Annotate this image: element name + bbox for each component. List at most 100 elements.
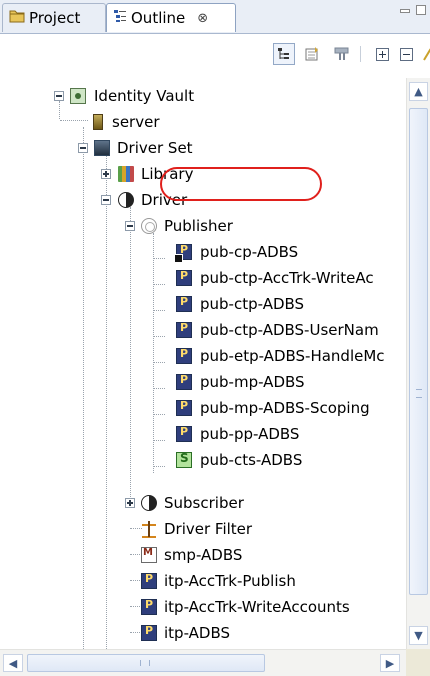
- mapping-table-icon: [141, 547, 157, 563]
- tree-node-driver[interactable]: Driver: [0, 187, 400, 213]
- tree-node-label: Driver Set: [117, 139, 193, 157]
- policy-icon: [141, 624, 157, 641]
- vertical-scroll-thumb[interactable]: [409, 108, 428, 595]
- tree-node-policy[interactable]: pub-etp-ADBS-HandleMc: [0, 343, 406, 369]
- chevron-right-icon: ▶: [385, 656, 395, 670]
- expand-toggle-icon[interactable]: [101, 169, 111, 179]
- chevron-left-icon: ◀: [8, 656, 18, 670]
- view-tab-strip: Project Outline ⊗: [0, 0, 430, 34]
- tree-node-publisher[interactable]: Publisher: [0, 213, 400, 239]
- tree-node-label: server: [112, 113, 160, 131]
- chevron-down-icon: ▼: [414, 629, 423, 642]
- tree-node-label: pub-pp-ADBS: [200, 425, 300, 443]
- driver-filter-icon: [141, 521, 157, 538]
- tree-node-policy[interactable]: itp-AccTrk-WriteAccounts: [0, 594, 400, 620]
- horizontal-scroll-thumb[interactable]: [27, 654, 265, 672]
- collapse-toggle-icon[interactable]: [101, 195, 111, 205]
- outline-view: { "tabs": { "project": { "label": "Proje…: [0, 0, 430, 676]
- tree-node-label: pub-mp-ADBS-Scoping: [200, 399, 370, 417]
- tree-node-label: pub-mp-ADBS: [200, 373, 305, 391]
- outline-toolbar: [0, 34, 430, 76]
- tree-node-policy[interactable]: pub-pp-ADBS: [0, 421, 406, 447]
- tree-node-policy[interactable]: pub-mp-ADBS: [0, 369, 406, 395]
- policy-icon: [141, 572, 157, 589]
- tree-node-label: Subscriber: [164, 494, 244, 512]
- subscriber-icon: [141, 495, 157, 511]
- tab-project-label: Project: [29, 9, 81, 27]
- hierarchy-view-button[interactable]: [273, 43, 295, 65]
- tree-node-label: pub-ctp-AccTrk-WriteAc: [200, 269, 374, 287]
- driver-set-icon: [94, 140, 110, 156]
- vertical-scrollbar[interactable]: ▲ ▼: [406, 78, 430, 649]
- toolbar-separator: [360, 46, 361, 62]
- expand-all-button[interactable]: [371, 43, 393, 65]
- scroll-right-button[interactable]: ▶: [380, 654, 400, 672]
- expand-all-icon: [375, 47, 389, 61]
- tree-node-label: pub-cp-ADBS: [200, 243, 299, 261]
- hierarchy-icon: [278, 48, 289, 59]
- tree-node-driver-set[interactable]: Driver Set: [0, 135, 400, 161]
- hide-static-icon: [334, 47, 349, 60]
- close-icon[interactable]: ⊗: [197, 11, 208, 26]
- tree-node-label: pub-ctp-ADBS-UserNam: [200, 321, 379, 339]
- policy-icon: [176, 425, 192, 442]
- hide-fields-icon: [305, 47, 318, 61]
- tree-node-identity-vault[interactable]: Identity Vault: [0, 83, 400, 109]
- scroll-up-button[interactable]: ▲: [409, 82, 428, 101]
- link-with-editor-icon: [423, 48, 430, 61]
- tree-node-policy[interactable]: pub-cp-ADBS: [0, 239, 406, 265]
- tree-node-policy[interactable]: pub-ctp-ADBS: [0, 291, 406, 317]
- outline-tree: Identity Vault server Driver Set Library…: [0, 78, 406, 649]
- collapse-toggle-icon[interactable]: [54, 91, 64, 101]
- maximize-icon[interactable]: [416, 5, 426, 15]
- tree-node-label: pub-etp-ADBS-HandleMc: [200, 347, 385, 365]
- tree-node-label: Publisher: [164, 217, 233, 235]
- grip-icon: [416, 389, 422, 398]
- scroll-left-button[interactable]: ◀: [3, 654, 23, 672]
- tree-node-label: itp-AccTrk-Publish: [164, 572, 296, 590]
- tree-node-driver-filter[interactable]: Driver Filter: [0, 516, 400, 542]
- policy-icon: [176, 269, 192, 286]
- tree-node-label: Driver Filter: [164, 520, 253, 538]
- tree-node-policy[interactable]: pub-ctp-AccTrk-WriteAc: [0, 265, 406, 291]
- tree-node-label: pub-ctp-ADBS: [200, 295, 305, 313]
- policy-icon: [176, 321, 192, 338]
- minimize-icon[interactable]: [400, 9, 410, 13]
- tree-node-mapping-table[interactable]: smp-ADBS: [0, 542, 400, 568]
- link-with-editor-button[interactable]: [418, 43, 430, 65]
- view-controls: [400, 5, 426, 15]
- collapse-all-button[interactable]: [395, 43, 417, 65]
- tree-node-policy[interactable]: pub-ctp-ADBS-UserNam: [0, 317, 406, 343]
- tree-node-library[interactable]: Library: [0, 161, 400, 187]
- identity-vault-icon: [70, 88, 86, 104]
- tree-node-policy[interactable]: itp-AccTrk-Publish: [0, 568, 400, 594]
- project-folder-icon: [9, 9, 25, 27]
- tab-outline[interactable]: Outline ⊗: [106, 3, 236, 32]
- horizontal-scrollbar[interactable]: ◀ ▶: [0, 649, 406, 676]
- driver-icon: [118, 192, 134, 208]
- tree-node-subscriber[interactable]: Subscriber: [0, 490, 400, 516]
- hide-static-button[interactable]: [331, 43, 353, 65]
- collapse-all-icon: [399, 47, 413, 61]
- tree-node-policy[interactable]: itp-ADBS: [0, 620, 400, 646]
- tree-node-server[interactable]: server: [0, 109, 400, 135]
- tree-node-label: itp-ADBS: [164, 624, 231, 642]
- policy-icon: [176, 399, 192, 416]
- tree-node-label: Identity Vault: [94, 87, 195, 105]
- collapse-toggle-icon[interactable]: [78, 143, 88, 153]
- hide-fields-button[interactable]: [302, 43, 324, 65]
- expand-toggle-icon[interactable]: [125, 498, 135, 508]
- tree-node-schema-mapping[interactable]: pub-cts-ADBS: [0, 447, 406, 473]
- policy-icon: [174, 243, 192, 263]
- outline-icon: [113, 9, 127, 27]
- tree-node-policy[interactable]: pub-mp-ADBS-Scoping: [0, 395, 406, 421]
- tree-node-label: Library: [141, 165, 194, 183]
- library-icon: [118, 166, 134, 182]
- tab-project[interactable]: Project: [2, 3, 106, 32]
- publisher-icon: [141, 218, 157, 234]
- scroll-down-button[interactable]: ▼: [409, 626, 428, 645]
- server-icon: [93, 114, 103, 130]
- collapse-toggle-icon[interactable]: [125, 221, 135, 231]
- tab-outline-label: Outline: [131, 9, 186, 27]
- policy-icon: [141, 598, 157, 615]
